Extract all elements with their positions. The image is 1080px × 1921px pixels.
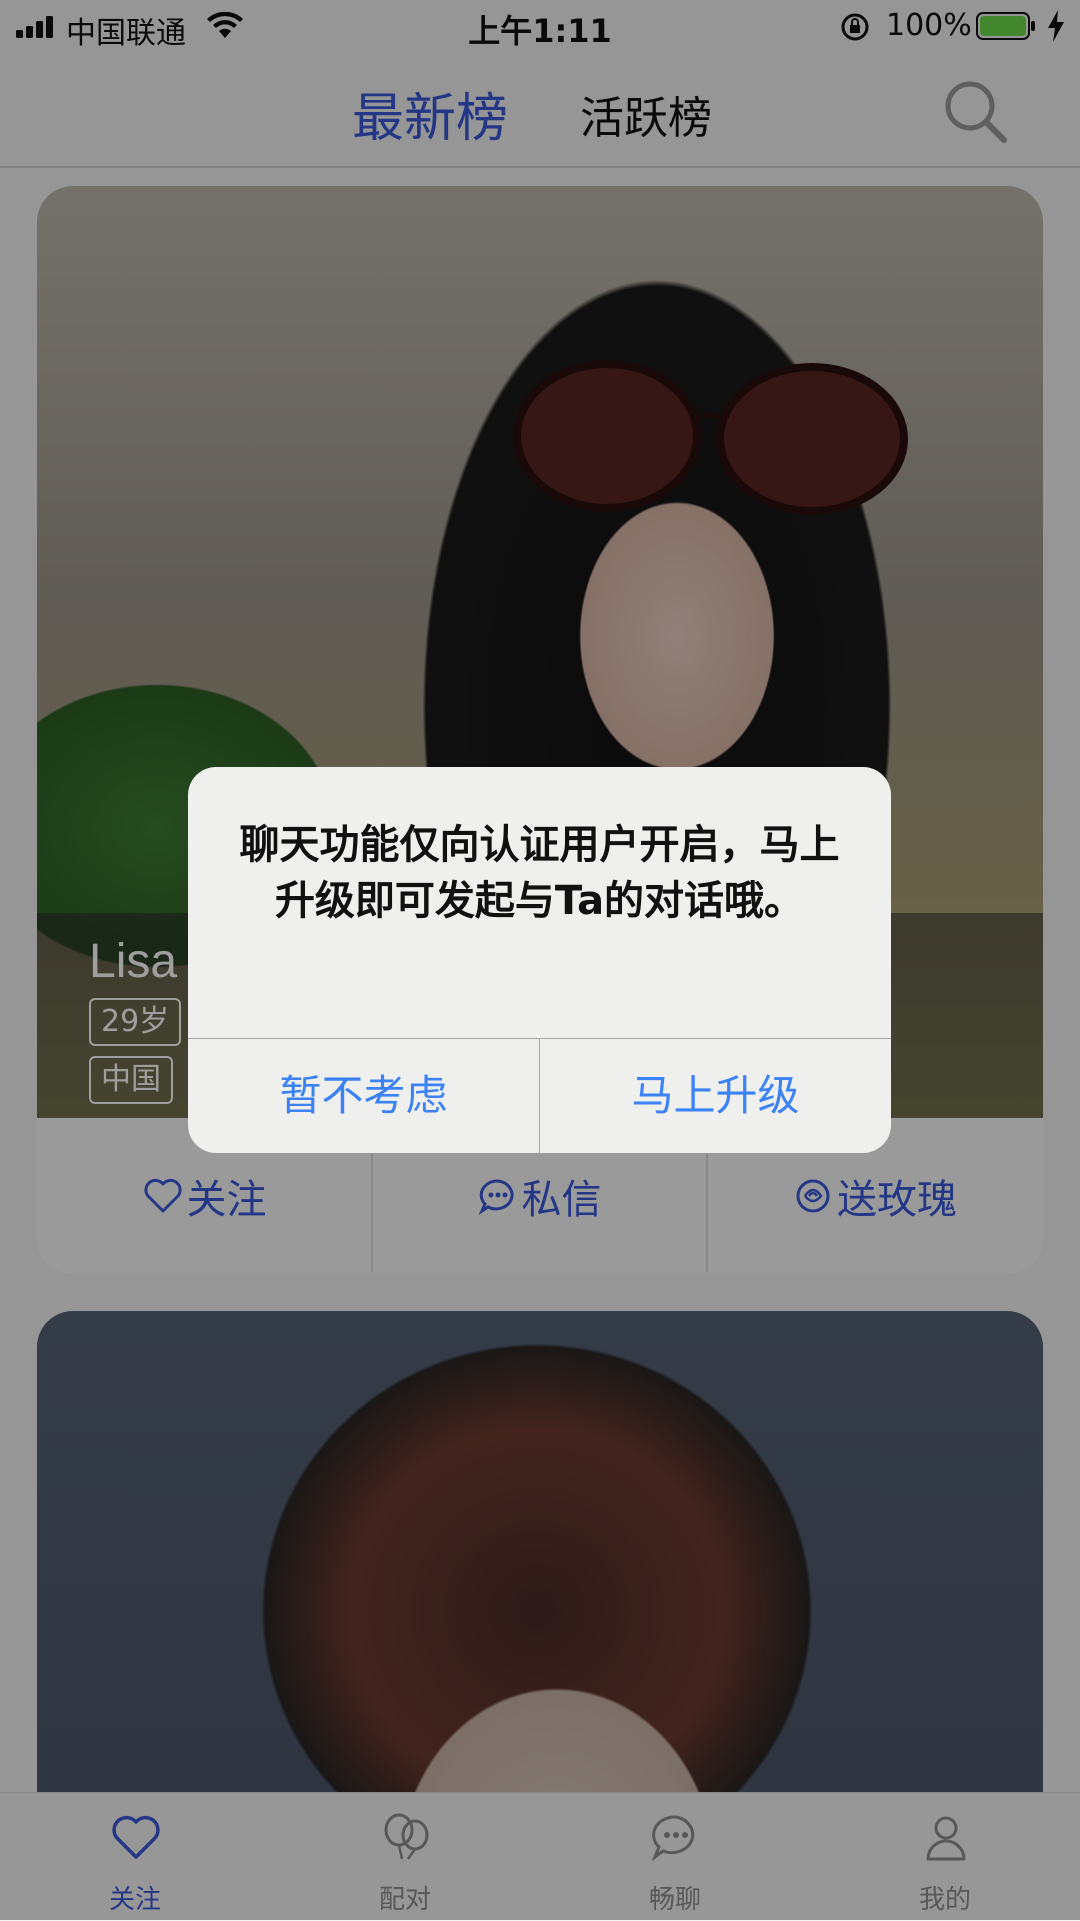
cancel-button[interactable]: 暂不考虑: [188, 1038, 539, 1153]
alert-message: 聊天功能仅向认证用户开启，马上升级即可发起与Ta的对话哦。: [239, 822, 840, 924]
upgrade-alert-dialog: 聊天功能仅向认证用户开启，马上升级即可发起与Ta的对话哦。 暂不考虑 马上升级: [188, 767, 891, 1153]
upgrade-button[interactable]: 马上升级: [540, 1038, 891, 1153]
